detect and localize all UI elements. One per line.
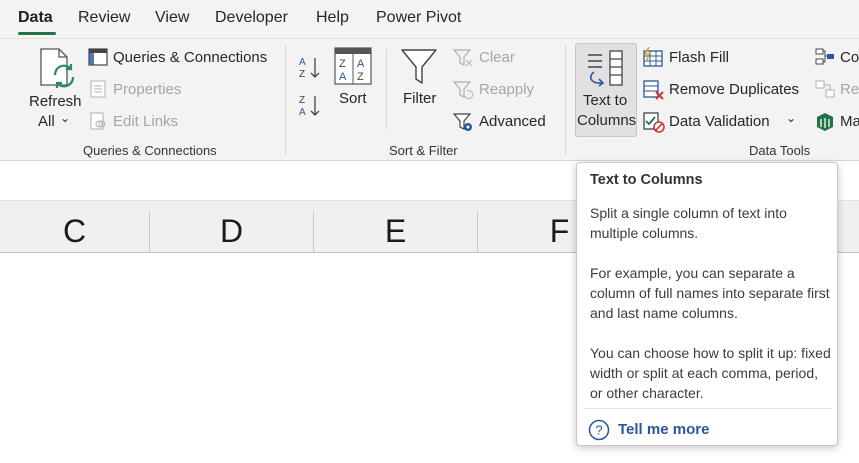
flash-fill-label: Flash Fill bbox=[669, 49, 730, 66]
chevron-down-icon[interactable]: ⌄ bbox=[786, 111, 796, 125]
svg-text:A: A bbox=[299, 57, 306, 68]
svg-text:?: ? bbox=[595, 423, 602, 438]
data-validation-label: Data Validation bbox=[669, 113, 770, 130]
relationships-icon bbox=[815, 80, 835, 98]
help-circle-icon[interactable]: ? bbox=[588, 419, 610, 441]
tab-help[interactable]: Help bbox=[316, 9, 349, 27]
consolidate-icon bbox=[815, 48, 834, 65]
queries-group-label: Queries & Connections bbox=[83, 143, 217, 158]
svg-text:A: A bbox=[339, 71, 347, 83]
tab-view[interactable]: View bbox=[155, 9, 189, 27]
refresh-icon bbox=[40, 48, 75, 88]
sort-filter-group-label: Sort & Filter bbox=[389, 143, 458, 158]
flash-fill-icon bbox=[643, 47, 663, 67]
tooltip-options: You can choose how to split it up: fixed… bbox=[590, 345, 831, 401]
ribbon: Refresh All ⌄ Queries & Connections Prop… bbox=[0, 38, 859, 161]
inner-divider bbox=[386, 49, 387, 129]
tooltip-description: Split a single column of text into multi… bbox=[590, 205, 787, 241]
clear-filter-icon bbox=[452, 49, 473, 67]
text-to-columns-tooltip: Text to Columns Split a single column of… bbox=[576, 162, 838, 446]
active-tab-indicator bbox=[18, 32, 56, 35]
advanced-label: Advanced bbox=[479, 113, 546, 130]
tab-review[interactable]: Review bbox=[78, 9, 130, 27]
tooltip-divider bbox=[585, 408, 831, 409]
queries-connections-label: Queries & Connections bbox=[113, 49, 268, 66]
edit-links-label: Edit Links bbox=[113, 113, 179, 130]
tab-power-pivot[interactable]: Power Pivot bbox=[376, 9, 461, 27]
svg-text:Z: Z bbox=[339, 58, 346, 70]
filter-icon bbox=[401, 49, 437, 84]
queries-connections-icon bbox=[88, 48, 108, 66]
reapply-icon bbox=[452, 81, 474, 100]
svg-text:Z: Z bbox=[299, 69, 305, 80]
sort-icon: Z A A Z bbox=[334, 47, 372, 85]
manage-data-model-icon bbox=[817, 113, 833, 131]
remove-duplicates-icon bbox=[643, 80, 664, 100]
refresh-label: Refresh bbox=[29, 93, 82, 110]
manage-label: Ma bbox=[840, 113, 859, 130]
tooltip-title: Text to Columns bbox=[590, 172, 703, 188]
clear-label: Clear bbox=[479, 49, 515, 66]
refresh-all-label: All bbox=[38, 113, 55, 130]
text-to-columns-icon bbox=[588, 50, 623, 87]
remove-duplicates-label: Remove Duplicates bbox=[669, 81, 800, 98]
data-validation-icon bbox=[643, 112, 665, 133]
svg-text:A: A bbox=[357, 58, 365, 70]
reapply-label: Reapply bbox=[479, 81, 535, 98]
column-header-d[interactable]: D bbox=[150, 201, 313, 253]
tab-developer[interactable]: Developer bbox=[215, 9, 288, 27]
columns-label: Columns bbox=[577, 112, 637, 129]
svg-text:Z: Z bbox=[357, 71, 364, 83]
tab-data[interactable]: Data bbox=[18, 9, 53, 27]
properties-icon bbox=[90, 80, 106, 98]
group-divider bbox=[565, 45, 566, 155]
sort-label: Sort bbox=[339, 90, 367, 107]
consolidate-label: Co bbox=[840, 49, 859, 66]
group-divider bbox=[285, 45, 286, 155]
ribbon-tabs: Data Review View Developer Help Power Pi… bbox=[0, 0, 859, 38]
column-header-c[interactable]: C bbox=[0, 201, 149, 253]
advanced-filter-icon bbox=[452, 113, 472, 131]
tooltip-example: For example, you can separate a column o… bbox=[590, 265, 830, 321]
tell-me-more-link[interactable]: Tell me more bbox=[618, 421, 709, 438]
data-tools-group-label: Data Tools bbox=[749, 143, 811, 158]
text-to-columns-button[interactable]: Text to Columns bbox=[575, 43, 637, 137]
column-header-e[interactable]: E bbox=[314, 201, 477, 253]
properties-label: Properties bbox=[113, 81, 182, 98]
filter-label: Filter bbox=[403, 90, 437, 107]
sort-az-icon: A Z bbox=[299, 57, 320, 80]
svg-text:A: A bbox=[299, 107, 306, 118]
relationships-label: Rel bbox=[840, 81, 859, 98]
svg-text:Z: Z bbox=[299, 95, 305, 106]
text-to-label: Text to bbox=[583, 92, 628, 109]
edit-links-icon bbox=[90, 112, 106, 130]
sort-za-icon: Z A bbox=[299, 95, 320, 118]
chevron-down-icon: ⌄ bbox=[60, 111, 71, 125]
